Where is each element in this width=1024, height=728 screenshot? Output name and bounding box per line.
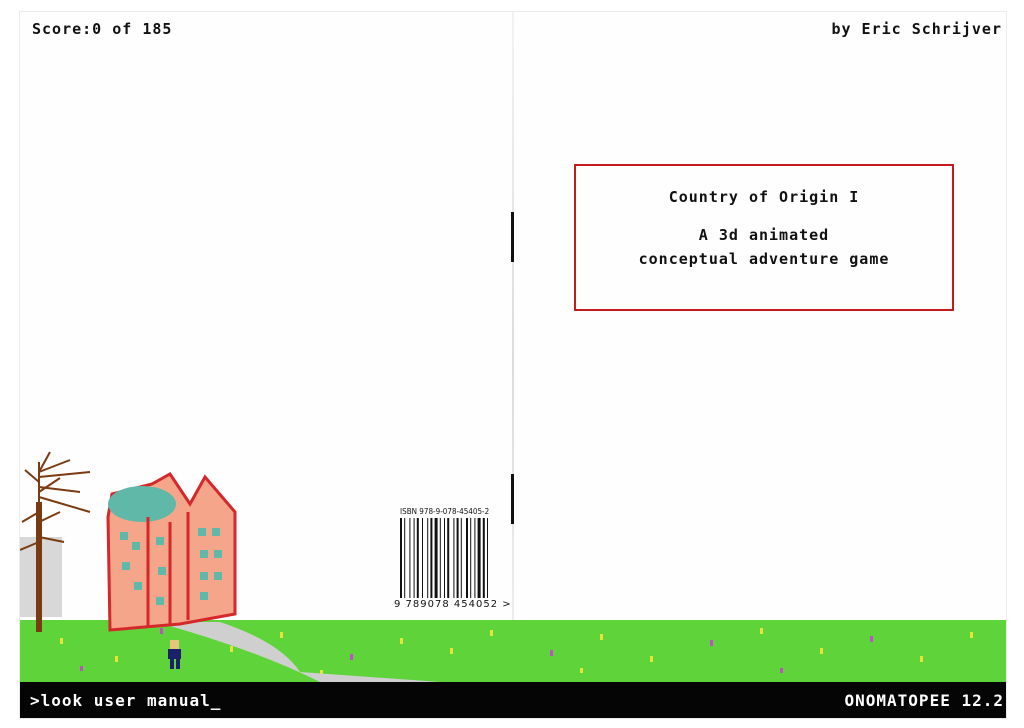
command-input[interactable]: >look user manual_ xyxy=(30,691,221,710)
tree-icon xyxy=(20,451,91,632)
isbn-label: ISBN 978-9-078-45405-2 xyxy=(400,507,490,516)
subtitle-line1: A 3d animated xyxy=(698,226,830,244)
command-console: >look user manual_ ONOMATOPEE 12.2 xyxy=(20,682,1006,718)
title-box: Country of Origin I A 3d animated concep… xyxy=(574,164,954,311)
building-icon xyxy=(106,472,237,632)
spine-mark xyxy=(511,212,514,262)
character-icon xyxy=(168,640,181,669)
game-title: Country of Origin I xyxy=(668,188,860,206)
publisher-label: ONOMATOPEE 12.2 xyxy=(844,691,1004,710)
score-display: Score:0 of 185 xyxy=(32,20,173,38)
isbn-digits: 9 789078 454052 > xyxy=(394,599,512,610)
booklet-cover: Score:0 of 185 by Eric Schrijver Country… xyxy=(20,12,1006,718)
subtitle-line2: conceptual adventure game xyxy=(638,250,890,268)
grass-flowers xyxy=(60,628,973,675)
author-credit: by Eric Schrijver xyxy=(831,20,1002,38)
barcode-icon xyxy=(400,518,488,598)
footpath xyxy=(170,622,440,682)
